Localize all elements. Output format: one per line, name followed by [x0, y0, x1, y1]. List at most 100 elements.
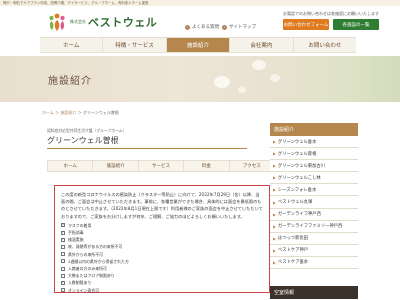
check-row: 県外からの来所不可: [61, 251, 263, 258]
sidebar-item-label: グリーンウェル垂水: [277, 139, 317, 145]
sidebar-heading: 施設紹介: [270, 123, 358, 136]
contact-form-button[interactable]: お問い合わせフォーム: [283, 19, 329, 30]
facility-list-button[interactable]: 各施設の一覧: [333, 19, 379, 30]
check-label: 咳、発熱等がある方の来所不可: [68, 244, 123, 250]
top-strip: 神戸・明石でケアプラン作成、訪問介護、デイサービス、グループホーム、有料老人ホー…: [0, 0, 400, 6]
checkbox-checked-icon: ✓: [61, 222, 65, 228]
faq-link[interactable]: › よくある質問: [185, 24, 219, 30]
sidebar-item[interactable]: ▶ シーズンフォレ垂水: [270, 184, 358, 197]
sidebar-item[interactable]: ▶ グリーンウェル曽根: [270, 148, 358, 161]
check-row: ✓ 検温実施: [61, 236, 263, 243]
sidebar-item-label: グリーンウェルこし林: [277, 175, 321, 181]
sidebar-item[interactable]: ▶ ベストウェル丸塚: [270, 196, 358, 209]
check-row: 入館者の方のみ来所可: [61, 265, 263, 272]
arrow-right-icon: ▶: [273, 211, 276, 217]
check-label: 大勢またはフロア制限あり: [68, 273, 115, 279]
sidebar-item[interactable]: ▶ ベストケア垂水: [270, 256, 358, 270]
checkbox-empty-icon: [61, 266, 65, 271]
check-row: ✓ 入数制限あり: [61, 279, 263, 286]
arrow-right-icon: ▶: [273, 199, 276, 205]
sidebar-item-label: グリーンウェル曽根: [277, 151, 317, 157]
banner-flower: [270, 74, 280, 82]
check-label: 手指消毒: [68, 230, 84, 236]
check-label: オンライン面会可: [68, 287, 100, 293]
facility-title: グリーンウェル曽根: [47, 136, 119, 145]
contact-note: お電話でのお問い合わせは各施設にお願いいたします: [283, 11, 379, 16]
tab-service[interactable]: サービス: [139, 161, 185, 171]
check-label: 検温実施: [68, 237, 84, 243]
sidebar-item[interactable]: ▶ ガーデンライフファミリー神戸西: [270, 220, 358, 233]
arrow-right-icon: ▶: [273, 139, 276, 145]
sidebar-item[interactable]: ▶ グリーンウェルこし林: [270, 172, 358, 185]
sidebar-item-label: はつっつ新長田: [277, 236, 308, 242]
checkbox-empty-icon: [61, 259, 65, 264]
check-row: ✓ 手指消毒: [61, 229, 263, 236]
banner-flower: [252, 60, 266, 70]
sidebar-item-label: ベストケア神戸: [277, 248, 309, 254]
tab-price[interactable]: 料金: [184, 161, 230, 171]
sitemap-link[interactable]: › サイトマップ: [222, 24, 256, 30]
nav-item-features[interactable]: 特徴・サービス: [103, 38, 167, 52]
checkbox-checked-icon: ✓: [61, 280, 65, 286]
global-nav: ホーム 特徴・サービス 施設紹介 会社案内 お問い合わせ: [40, 37, 356, 53]
faq-link-label: よくある質問: [192, 25, 219, 30]
checkbox-checked-icon: ✓: [61, 237, 65, 242]
sidebar-item[interactable]: ▶ ガーデンライフ神戸西: [270, 208, 358, 221]
nav-item-contact[interactable]: お問い合わせ: [294, 38, 356, 52]
nav-item-facilities[interactable]: 施設紹介: [166, 38, 231, 52]
checkbox-empty-icon: [61, 245, 65, 250]
sidebar-facility-list: ▶ グリーンウェル垂水 ▶ グリーンウェル曽根 ▶ グリーンウェル東加古川 ▶ グリーンウェル…: [270, 136, 358, 270]
checkbox-empty-icon: [61, 252, 65, 257]
check-row: 2週間以内の県外から帰省された方: [61, 258, 263, 265]
check-row: ✓ マスクの着用: [61, 222, 263, 229]
notice-text: この度の新型コロナウイルスの感染防止（クラスター等防止）に向けて、2022年7月…: [61, 192, 263, 219]
sidebar-item-label: ベストケア垂水: [277, 260, 309, 266]
site-logo[interactable]: 株式会社 ベストウェル: [47, 12, 157, 32]
nav-item-home[interactable]: ホーム: [40, 38, 104, 52]
checkbox-checked-icon: ✓: [61, 230, 65, 235]
sidebar-item-label: シーズンフォレ垂水: [277, 187, 317, 193]
tab-access[interactable]: アクセス: [230, 161, 274, 171]
banner-flower: [238, 86, 246, 93]
check-label: マスクの着用: [68, 222, 92, 228]
check-label: 入数制限あり: [68, 280, 92, 286]
sidebar-item[interactable]: ▶ はつっつ新長田: [270, 232, 358, 245]
facility-tabs: ホーム 施設紹介 サービス 料金 アクセス: [47, 160, 275, 172]
sitemap-link-label: サイトマップ: [229, 25, 256, 30]
arrow-right-icon: ›: [185, 24, 190, 30]
arrow-right-icon: ▶: [273, 187, 276, 193]
logo-company-type: 株式会社: [70, 18, 86, 24]
arrow-right-icon: ▶: [273, 151, 276, 157]
arrow-right-icon: ▶: [273, 175, 276, 181]
nav-item-company[interactable]: 会社案内: [230, 38, 294, 52]
checkbox-empty-icon: [61, 273, 65, 278]
tab-home[interactable]: ホーム: [48, 161, 94, 171]
facility-type: 認知症対応型共同生活介護（グループホーム）: [47, 128, 127, 133]
breadcrumb: ホーム ＞ 施設紹介 ＞ グリーンウェル曽根: [42, 110, 119, 116]
logo-people-icon: [47, 12, 67, 32]
arrow-right-icon: ▶: [273, 247, 276, 253]
covid-notice: この度の新型コロナウイルスの感染防止（クラスター等防止）に向けて、2022年7月…: [54, 185, 270, 293]
arrow-right-icon: ▶: [273, 235, 276, 241]
sidebar-item-label: ベストウェル丸塚: [277, 200, 313, 206]
arrow-right-icon: ▶: [273, 259, 276, 265]
check-row: 大勢またはフロア制限あり: [61, 272, 263, 279]
sidebar-item-label: グリーンウェル東加古川: [277, 163, 325, 169]
breadcrumb-current: グリーンウェル曽根: [83, 110, 119, 115]
arrow-right-icon: ›: [222, 24, 227, 30]
site-tagline: 神戸・明石でケアプラン作成、訪問介護、デイサービス、グループホーム、有料老人ホー…: [3, 1, 149, 5]
title-divider: [47, 148, 247, 149]
breadcrumb-home[interactable]: ホーム: [42, 110, 54, 115]
check-row: 咳、発熱等がある方の来所不可: [61, 243, 263, 250]
sidebar-item[interactable]: ▶ ベストケア神戸: [270, 244, 358, 257]
vacancy-heading: 空室情報: [270, 286, 358, 299]
check-label: 入館者の方のみ来所可: [68, 266, 107, 272]
sidebar-item[interactable]: ▶ グリーンウェル垂水: [270, 136, 358, 149]
check-row: オンライン面会可: [61, 287, 263, 294]
page-title: 施設紹介: [48, 76, 92, 87]
sidebar-item[interactable]: ▶ グリーンウェル東加古川: [270, 160, 358, 173]
breadcrumb-parent[interactable]: 施設紹介: [60, 110, 76, 115]
visit-conditions-list: ✓ マスクの着用 ✓ 手指消毒 ✓ 検温実施 咳、発熱等がある方の来所不可 県外からの来所不可…: [61, 222, 263, 294]
tab-facility[interactable]: 施設紹介: [93, 161, 139, 171]
logo-name: ベストウェル: [88, 16, 158, 29]
